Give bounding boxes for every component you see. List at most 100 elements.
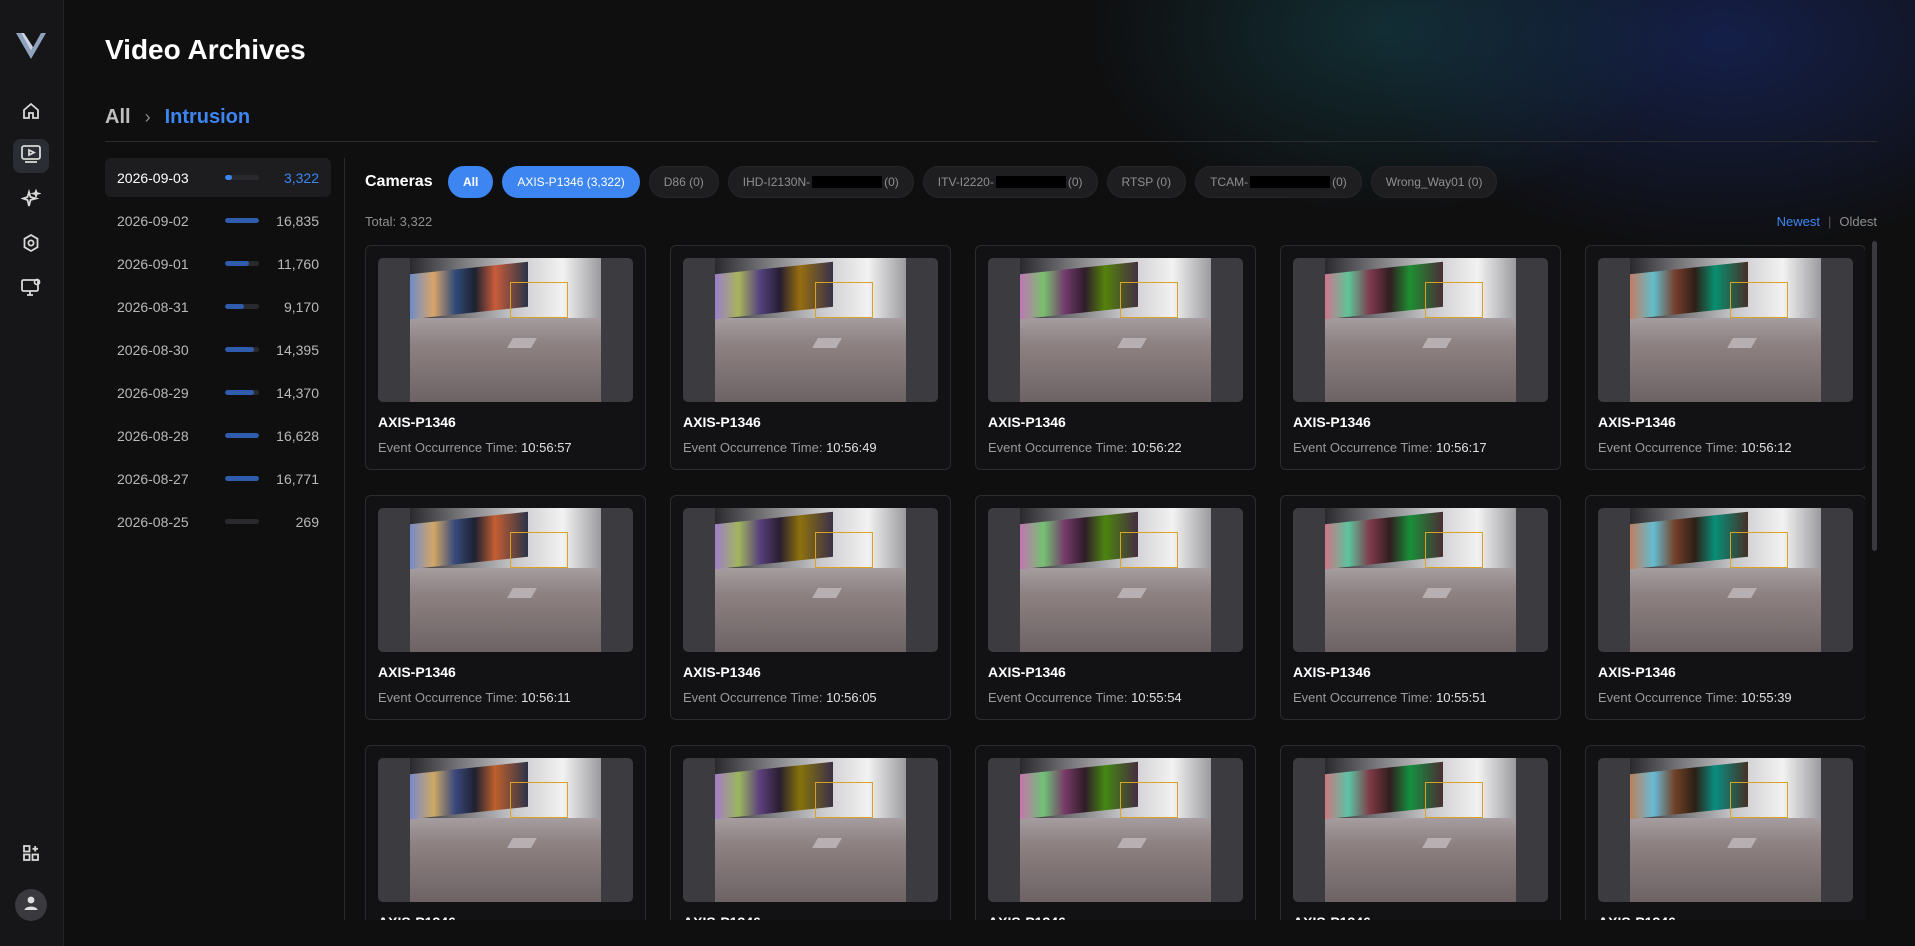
thumbnail-floor-object bbox=[1422, 588, 1452, 598]
event-thumbnail[interactable] bbox=[683, 758, 938, 902]
event-card[interactable]: AXIS-P1346 bbox=[670, 745, 951, 920]
date-volume-fill bbox=[225, 519, 229, 524]
filter-chip[interactable]: ITV-I2220- (0) bbox=[922, 166, 1098, 198]
user-avatar[interactable] bbox=[15, 889, 47, 921]
event-thumbnail[interactable] bbox=[988, 758, 1243, 902]
filter-chip[interactable]: TCAM- (0) bbox=[1195, 166, 1362, 198]
date-count: 3,322 bbox=[283, 169, 319, 186]
event-time-label: Event Occurrence Time: bbox=[988, 690, 1132, 705]
date-count: 14,395 bbox=[276, 341, 319, 358]
filter-chip[interactable]: Wrong_Way01 (0) bbox=[1370, 166, 1498, 198]
event-occurrence-time: Event Occurrence Time: 10:56:22 bbox=[988, 440, 1182, 455]
chip-label-prefix: IHD-I2130N- bbox=[742, 175, 811, 189]
event-card[interactable]: AXIS-P1346 Event Occurrence Time: 10:56:0… bbox=[670, 495, 951, 720]
breadcrumb: All › Intrusion bbox=[105, 106, 250, 129]
thumbnail-scene bbox=[1325, 258, 1516, 402]
thumbnail-floor-object bbox=[507, 338, 537, 348]
thumbnail-floor-object bbox=[507, 588, 537, 598]
date-count: 11,760 bbox=[277, 255, 319, 272]
filter-chip[interactable]: D86 (0) bbox=[648, 166, 719, 198]
sort-toggle: Newest | Oldest bbox=[1777, 214, 1877, 229]
nav-settings[interactable] bbox=[13, 228, 49, 262]
sort-newest[interactable]: Newest bbox=[1777, 214, 1820, 229]
event-thumbnail[interactable] bbox=[1293, 508, 1548, 652]
date-row[interactable]: 2026-08-28 16,628 bbox=[105, 416, 331, 455]
redacted-text bbox=[1250, 176, 1331, 188]
event-card[interactable]: AXIS-P1346 Event Occurrence Time: 10:55:3… bbox=[1585, 495, 1865, 720]
event-card[interactable]: AXIS-P1346 bbox=[975, 745, 1256, 920]
event-thumbnail[interactable] bbox=[378, 258, 633, 402]
event-card[interactable]: AXIS-P1346 Event Occurrence Time: 10:56:1… bbox=[1585, 245, 1865, 470]
grid-scrollbar[interactable] bbox=[1872, 241, 1877, 551]
filter-chip[interactable]: IHD-I2130N- (0) bbox=[727, 166, 914, 198]
date-row[interactable]: 2026-09-01 11,760 bbox=[105, 244, 331, 283]
event-thumbnail[interactable] bbox=[683, 508, 938, 652]
event-card[interactable]: AXIS-P1346 bbox=[1585, 745, 1865, 920]
date-row[interactable]: 2026-08-30 14,395 bbox=[105, 330, 331, 369]
thumbnail-scene bbox=[410, 508, 601, 652]
nav-monitor-settings[interactable] bbox=[13, 272, 49, 306]
event-thumbnail[interactable] bbox=[1598, 758, 1853, 902]
event-occurrence-time: Event Occurrence Time: 10:55:51 bbox=[1293, 690, 1487, 705]
date-row[interactable]: 2026-08-27 16,771 bbox=[105, 459, 331, 498]
sort-oldest[interactable]: Oldest bbox=[1839, 214, 1877, 229]
event-thumbnail[interactable] bbox=[988, 508, 1243, 652]
app-logo[interactable] bbox=[14, 30, 48, 62]
date-row[interactable]: 2026-09-02 16,835 bbox=[105, 201, 331, 240]
thumbnail-floor-object bbox=[1727, 838, 1757, 848]
detection-box bbox=[510, 282, 568, 318]
event-thumbnail[interactable] bbox=[378, 758, 633, 902]
event-card[interactable]: AXIS-P1346 Event Occurrence Time: 10:55:5… bbox=[1280, 495, 1561, 720]
event-card[interactable]: AXIS-P1346 Event Occurrence Time: 10:56:4… bbox=[670, 245, 951, 470]
thumbnail-scene bbox=[1325, 508, 1516, 652]
date-count: 14,370 bbox=[276, 384, 319, 401]
chip-label-suffix: (0) bbox=[884, 175, 899, 189]
event-card[interactable]: AXIS-P1346 bbox=[1280, 745, 1561, 920]
date-row[interactable]: 2026-08-29 14,370 bbox=[105, 373, 331, 412]
nav-video-archives[interactable] bbox=[13, 139, 49, 173]
thumbnail-scene bbox=[1020, 508, 1211, 652]
date-label: 2026-08-28 bbox=[117, 427, 189, 444]
date-row[interactable]: 2026-09-03 3,322 bbox=[105, 158, 331, 197]
event-occurrence-time: Event Occurrence Time: 10:56:11 bbox=[378, 690, 571, 705]
nav-apps[interactable] bbox=[13, 838, 49, 872]
header-divider bbox=[105, 141, 1877, 142]
date-row[interactable]: 2026-08-31 9,170 bbox=[105, 287, 331, 326]
filter-chip[interactable]: RTSP (0) bbox=[1106, 166, 1187, 198]
event-thumbnail[interactable] bbox=[1598, 258, 1853, 402]
event-card[interactable]: AXIS-P1346 Event Occurrence Time: 10:56:2… bbox=[975, 245, 1256, 470]
event-thumbnail[interactable] bbox=[683, 258, 938, 402]
breadcrumb-all[interactable]: All bbox=[105, 106, 131, 129]
event-thumbnail[interactable] bbox=[1293, 758, 1548, 902]
thumbnail-floor-object bbox=[812, 588, 842, 598]
date-row[interactable]: 2026-08-25 269 bbox=[105, 502, 331, 541]
event-card[interactable]: AXIS-P1346 Event Occurrence Time: 10:55:5… bbox=[975, 495, 1256, 720]
event-thumbnail[interactable] bbox=[1598, 508, 1853, 652]
date-list: 2026-09-03 3,322 2026-09-02 16,835 2026-09-0… bbox=[105, 158, 331, 545]
filter-chip-all[interactable]: All bbox=[448, 166, 494, 198]
sparkle-icon bbox=[20, 187, 42, 214]
event-thumbnail[interactable] bbox=[378, 508, 633, 652]
event-card[interactable]: AXIS-P1346 Event Occurrence Time: 10:56:5… bbox=[365, 245, 646, 470]
nav-home[interactable] bbox=[13, 96, 49, 130]
apps-add-icon bbox=[21, 843, 41, 868]
filter-chip[interactable]: AXIS-P1346 (3,322) bbox=[502, 166, 640, 198]
date-volume-fill bbox=[225, 390, 254, 395]
thumbnail-scene bbox=[1630, 758, 1821, 902]
detection-box bbox=[1120, 782, 1178, 818]
detection-box bbox=[510, 782, 568, 818]
total-count: Total: 3,322 bbox=[365, 214, 433, 229]
date-label: 2026-08-30 bbox=[117, 341, 189, 358]
event-card[interactable]: AXIS-P1346 Event Occurrence Time: 10:56:1… bbox=[1280, 245, 1561, 470]
event-time-label: Event Occurrence Time: bbox=[683, 690, 827, 705]
event-time-label: Event Occurrence Time: bbox=[1293, 440, 1437, 455]
date-volume-bar bbox=[225, 519, 259, 524]
event-time-label: Event Occurrence Time: bbox=[1293, 690, 1437, 705]
event-thumbnail[interactable] bbox=[1293, 258, 1548, 402]
event-card[interactable]: AXIS-P1346 bbox=[365, 745, 646, 920]
event-thumbnail[interactable] bbox=[988, 258, 1243, 402]
panel-divider bbox=[344, 158, 345, 920]
event-card[interactable]: AXIS-P1346 Event Occurrence Time: 10:56:1… bbox=[365, 495, 646, 720]
nav-ai[interactable] bbox=[13, 184, 49, 218]
date-volume-bar bbox=[225, 218, 259, 223]
